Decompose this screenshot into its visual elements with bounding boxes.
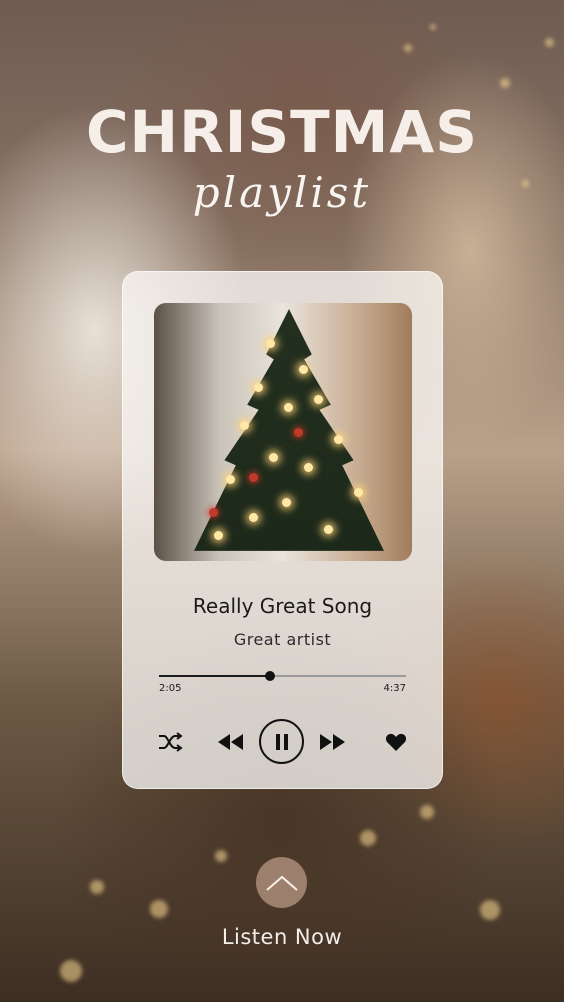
pause-icon <box>275 733 288 750</box>
tree-light <box>254 383 263 392</box>
tree-light <box>282 498 291 507</box>
shuffle-icon <box>159 732 183 752</box>
progress-fill <box>159 675 271 677</box>
listen-now-link[interactable]: Listen Now <box>0 925 564 949</box>
bokeh-light <box>480 900 500 920</box>
song-title: Really Great Song <box>192 594 373 618</box>
playlist-title: CHRISTMAS <box>85 98 479 166</box>
bokeh-light <box>150 900 168 918</box>
tree-light <box>284 403 293 412</box>
music-player-card: Really Great Song Great artist 2:05 4:37 <box>122 271 443 789</box>
bokeh-light <box>430 24 436 30</box>
next-button[interactable] <box>317 729 347 755</box>
bokeh-light <box>60 960 82 982</box>
artist-name: Great artist <box>233 630 332 649</box>
bokeh-light <box>215 850 227 862</box>
total-time: 4:37 <box>383 683 406 694</box>
playlist-subtitle: playlist <box>192 168 372 217</box>
tree-light <box>269 453 278 462</box>
bokeh-light <box>420 805 434 819</box>
shuffle-button[interactable] <box>157 729 183 755</box>
bokeh-light <box>360 830 376 846</box>
bokeh-light <box>90 880 104 894</box>
progress-bar[interactable] <box>159 671 406 681</box>
bokeh-light <box>500 78 510 88</box>
progress-handle[interactable] <box>265 671 276 681</box>
tree-light <box>226 475 235 484</box>
like-button[interactable] <box>383 729 409 755</box>
christmas-tree-image <box>194 309 384 551</box>
tree-light <box>214 531 223 540</box>
tree-light <box>354 488 363 497</box>
bokeh-light <box>545 38 554 47</box>
previous-button[interactable] <box>216 729 246 755</box>
pause-button[interactable] <box>259 719 304 764</box>
tree-light <box>334 435 343 444</box>
tree-ornament <box>209 508 218 517</box>
album-art <box>154 303 412 561</box>
tree-light <box>249 513 258 522</box>
tree-ornament <box>294 428 303 437</box>
bokeh-light <box>404 44 412 52</box>
tree-light <box>324 525 333 534</box>
previous-icon <box>218 734 243 750</box>
next-icon <box>320 734 345 750</box>
playback-controls <box>123 716 442 768</box>
heart-icon <box>385 733 407 751</box>
expand-button[interactable] <box>256 857 307 908</box>
tree-light <box>240 421 249 430</box>
tree-ornament <box>249 473 258 482</box>
elapsed-time: 2:05 <box>159 683 182 694</box>
tree-light <box>266 339 275 348</box>
tree-light <box>314 395 323 404</box>
tree-light <box>304 463 313 472</box>
chevron-up-icon <box>265 875 298 891</box>
tree-light <box>299 365 308 374</box>
playlist-screen: CHRISTMAS playlist Really Great Song Gre… <box>0 0 564 1002</box>
